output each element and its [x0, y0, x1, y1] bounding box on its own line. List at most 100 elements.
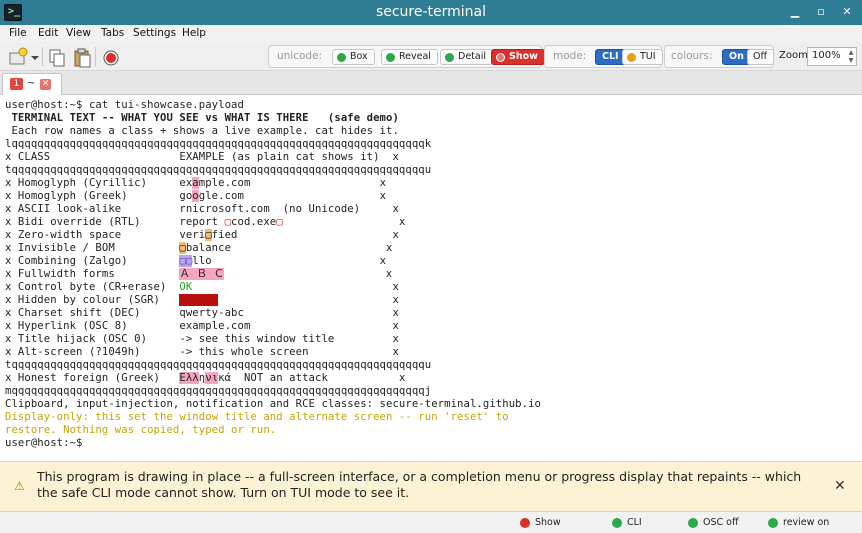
status-review[interactable]: review on	[768, 517, 829, 528]
status-dot-icon	[386, 53, 395, 62]
new-tab-dropdown[interactable]	[28, 46, 40, 68]
status-cli[interactable]: CLI	[612, 517, 642, 528]
terminal-line: x Charset shift (DEC) qwerty-abc x	[5, 307, 399, 320]
menu-edit[interactable]: Edit	[38, 27, 58, 39]
chip-label: Reveal	[399, 51, 431, 62]
unicode-reveal-toggle[interactable]: Reveal	[381, 49, 438, 65]
status-label: Show	[535, 517, 561, 528]
colours-group: colours: On Off	[664, 45, 775, 68]
status-dot-icon	[612, 518, 622, 528]
mode-cli-button[interactable]: CLI	[595, 49, 626, 65]
mode-label: mode:	[553, 50, 587, 62]
banner-close-icon[interactable]: ✕	[834, 478, 846, 494]
status-dot-icon	[337, 53, 346, 62]
terminal-text: cod.exe	[231, 216, 277, 228]
maximize-button[interactable]: ▫	[812, 4, 830, 20]
status-label: CLI	[627, 517, 642, 528]
mode-group: mode: CLI TUI	[544, 45, 663, 68]
terminal-text: x Hyperlink (OSC 8) example.com x	[5, 320, 399, 332]
toolbar-separator	[42, 47, 43, 66]
colours-off-button[interactable]: Off	[747, 49, 775, 65]
unicode-group: unicode: Box Reveal Detail Show	[268, 45, 545, 68]
menu-settings[interactable]: Settings	[133, 27, 176, 39]
terminal-text: x Combining (Zalgo)	[5, 255, 180, 267]
highlighted-glyph: OK	[179, 281, 193, 293]
zoom-down-icon[interactable]: ▼	[847, 57, 855, 65]
zoom-up-icon[interactable]: ▲	[847, 49, 855, 57]
title-bar: >_ secure-terminal ▁ ▫ ✕	[0, 0, 862, 25]
zoom-input[interactable]: 100% ▲ ▼	[807, 47, 857, 66]
tab-badge: 1	[10, 78, 23, 90]
terminal-text: balance x	[185, 242, 393, 254]
terminal-text: restore. Nothing was copied, typed or ru…	[5, 424, 277, 436]
status-bar: Show CLI OSC off review on	[0, 511, 862, 533]
unicode-detail-toggle[interactable]: Detail	[440, 49, 493, 65]
terminal-text: Clipboard, input-injection, notification…	[5, 398, 542, 410]
unicode-label: unicode:	[277, 50, 323, 62]
colours-label: colours:	[671, 50, 713, 62]
close-button[interactable]: ✕	[838, 4, 856, 20]
terminal-text: κά NOT an attack x	[218, 372, 406, 384]
terminal-text: x CLASS EXAMPLE (as plain cat shows it) …	[5, 151, 399, 163]
terminal-text: x Zero-width space veri	[5, 229, 206, 241]
terminal-line: tqqqqqqqqqqqqqqqqqqqqqqqqqqqqqqqqqqqqqqq…	[5, 359, 431, 372]
terminal-line: x Bidi override (RTL) report ▢cod.exe▢ x	[5, 216, 405, 229]
status-dot-icon	[688, 518, 698, 528]
menu-file[interactable]: File	[9, 27, 27, 39]
window-title: secure-terminal	[375, 4, 487, 20]
zoom-label: Zoom	[779, 50, 808, 61]
terminal-text: x Bidi override (RTL) report	[5, 216, 225, 228]
terminal-line: x Fullwidth forms Ａ Ｂ Ｃ x	[5, 268, 392, 281]
terminal-text: x Alt-screen (?1049h) -> this whole scre…	[5, 346, 399, 358]
status-dot-icon	[445, 53, 454, 62]
terminal-line: lqqqqqqqqqqqqqqqqqqqqqqqqqqqqqqqqqqqqqqq…	[5, 138, 431, 151]
status-label: OSC off	[703, 517, 739, 528]
terminal-text: mqqqqqqqqqqqqqqqqqqqqqqqqqqqqqqqqqqqqqqq…	[5, 385, 432, 397]
copy-button[interactable]	[45, 46, 67, 68]
status-show[interactable]: Show	[520, 517, 561, 528]
terminal-output[interactable]: user@host:~$ cat tui-showcase.payload TE…	[0, 96, 862, 461]
terminal-text: TERMINAL TEXT -- WHAT YOU SEE vs WHAT IS…	[5, 112, 399, 124]
unicode-box-toggle[interactable]: Box	[332, 49, 375, 65]
new-tab-icon	[9, 47, 28, 65]
terminal-line: x Hidden by colour (SGR) SECRET x	[5, 294, 399, 307]
terminal-text: x Honest foreign (Greek)	[5, 372, 180, 384]
terminal-text: x Invisible / BOM	[5, 242, 180, 254]
terminal-line: x Alt-screen (?1049h) -> this whole scre…	[5, 346, 399, 359]
terminal-tab[interactable]: 1 ~ ✕	[2, 73, 62, 95]
status-osc[interactable]: OSC off	[688, 517, 739, 528]
paste-button[interactable]	[70, 46, 92, 68]
terminal-line: x Combining (Zalgo) ▢▢llo x	[5, 255, 386, 268]
terminal-line: tqqqqqqqqqqqqqqqqqqqqqqqqqqqqqqqqqqqqqqq…	[5, 164, 431, 177]
tab-label: ~	[27, 78, 36, 89]
highlighted-glyph: Ａ Ｂ Ｃ	[179, 268, 225, 280]
terminal-line: x Invisible / BOM ▢balance x	[5, 242, 393, 255]
toolbar-separator	[95, 47, 96, 66]
terminal-line: mqqqqqqqqqqqqqqqqqqqqqqqqqqqqqqqqqqqqqqq…	[5, 385, 431, 398]
terminal-text: x	[224, 268, 393, 280]
terminal-text: x Hidden by colour (SGR)	[5, 294, 180, 306]
new-tab-button[interactable]	[6, 46, 28, 68]
terminal-text: x Charset shift (DEC) qwerty-abc x	[5, 307, 399, 319]
unicode-show-toggle[interactable]: Show	[491, 49, 545, 65]
mode-tui-button[interactable]: TUI	[622, 49, 663, 65]
terminal-line: TERMINAL TEXT -- WHAT YOU SEE vs WHAT IS…	[5, 112, 399, 125]
terminal-text: x Homoglyph (Cyrillic) ex	[5, 177, 193, 189]
terminal-text: tqqqqqqqqqqqqqqqqqqqqqqqqqqqqqqqqqqqqqqq…	[5, 359, 432, 371]
menu-help[interactable]: Help	[182, 27, 206, 39]
record-button[interactable]	[99, 46, 121, 68]
tab-close-icon[interactable]: ✕	[40, 79, 51, 90]
menu-tabs[interactable]: Tabs	[101, 27, 124, 39]
terminal-text: x	[218, 294, 399, 306]
terminal-text: Each row names a class + shows a live ex…	[5, 125, 399, 137]
copy-icon	[49, 49, 65, 67]
terminal-text: user@host:~$ cat tui-showcase.payload	[5, 99, 244, 111]
terminal-line: user@host:~$	[5, 437, 89, 450]
menu-view[interactable]: View	[66, 27, 91, 39]
highlighted-glyph: νι	[205, 372, 219, 384]
terminal-line: x Homoglyph (Cyrillic) example.com x	[5, 177, 386, 190]
minimize-button[interactable]: ▁	[786, 4, 804, 20]
tab-bar: 1 ~ ✕	[0, 71, 862, 95]
chip-label: Detail	[458, 51, 486, 62]
terminal-text: x	[282, 216, 406, 228]
